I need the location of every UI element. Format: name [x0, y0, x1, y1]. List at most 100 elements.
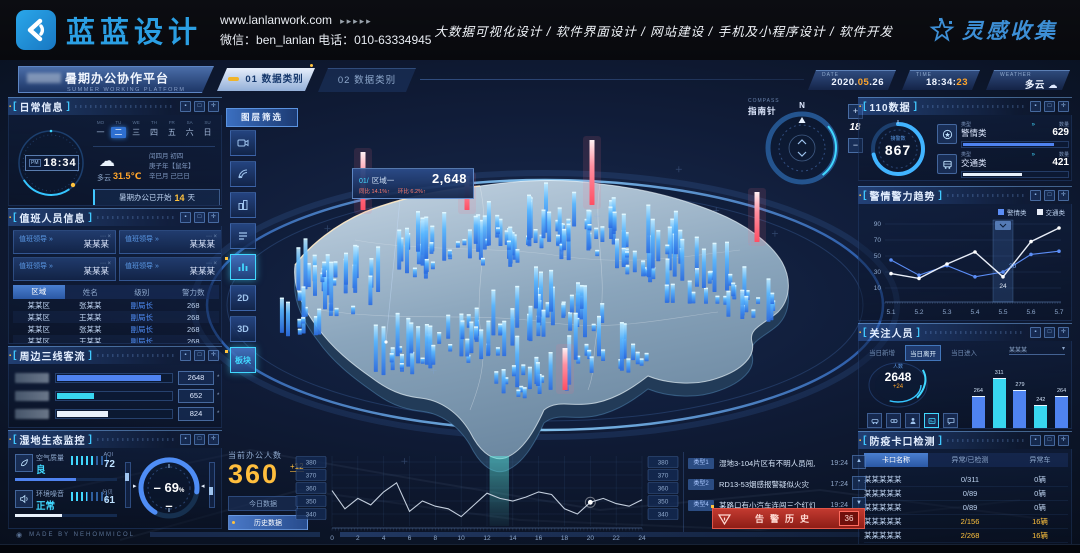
- column-name[interactable]: 姓名: [65, 287, 117, 298]
- id-card-icon[interactable]: [924, 413, 939, 428]
- expand-icon[interactable]: ✛: [208, 434, 219, 445]
- trend-line-chart: 90705030105.15.25.35.45.55.65.73024: [861, 212, 1069, 320]
- table-row: 某某区王某某副局长268: [13, 311, 219, 323]
- svg-text:380: 380: [306, 460, 317, 467]
- table-row: 某某区张某某副局长268: [13, 299, 219, 311]
- layer-2d-button[interactable]: 2D: [230, 285, 256, 311]
- checkpoint-row: 某某某某某0/890辆: [864, 487, 1068, 501]
- vehicle-icon[interactable]: [867, 413, 882, 428]
- column-abnormal-cars[interactable]: 异常车: [1012, 453, 1068, 467]
- expand-icon[interactable]: ✛: [1058, 435, 1069, 446]
- scroll-up-icon[interactable]: ▲: [852, 455, 866, 469]
- duty-table: 区域 姓名 级别 警力数 某某区张某某副局长268 某某区王某某副局长268 某…: [13, 285, 219, 344]
- lunar-calendar: 闰四月 初四庚子年【鼠年】辛巳月 己巳日: [149, 152, 195, 182]
- expand-icon[interactable]: ✛: [1058, 190, 1069, 201]
- tab-data-category-1[interactable]: 01 数据类别: [217, 68, 315, 91]
- scroll-dot-icon[interactable]: •: [852, 476, 866, 490]
- layer-area-button[interactable]: 板块: [230, 347, 256, 373]
- alert-history-button[interactable]: 告警历史 36: [712, 508, 865, 529]
- inspiration-collection[interactable]: 灵感收集: [929, 15, 1058, 45]
- svg-text:6: 6: [408, 535, 412, 542]
- speaker-icon: [15, 490, 33, 508]
- minimize-icon[interactable]: ▪: [180, 350, 191, 361]
- duty-leader-card[interactable]: 值班领导 »⋯ ×某某某: [13, 257, 116, 281]
- minimize-icon[interactable]: ▪: [180, 434, 191, 445]
- person-icon[interactable]: [905, 413, 920, 428]
- copy-icon[interactable]: □: [194, 350, 205, 361]
- gauge-slider-right[interactable]: [209, 462, 215, 508]
- dashboard: 暑期办公协作平台 SUMMER WORKING PLATFORM 01 数据类别…: [0, 60, 1080, 553]
- duty-leader-card[interactable]: 值班领导 »⋯ ×某某某: [13, 230, 116, 254]
- layer-filter-title: 图层筛选: [226, 108, 298, 127]
- layer-chart-button[interactable]: [230, 254, 256, 280]
- alert-item[interactable]: 类型2RD13-53烟感报警疑似火灾17:24: [688, 476, 848, 492]
- column-count[interactable]: 警力数: [168, 287, 220, 298]
- layer-list-button[interactable]: [230, 223, 256, 249]
- inspiration-star-icon: [929, 17, 955, 43]
- layer-3d-button[interactable]: 3D: [230, 316, 256, 342]
- handcuff-icon[interactable]: [886, 413, 901, 428]
- svg-text:70: 70: [874, 237, 882, 244]
- copy-icon[interactable]: □: [1044, 435, 1055, 446]
- gauge-label: 接警数: [871, 135, 925, 142]
- panel-focus-personnel: ▪[关注人员] ▪□✛ 当日新增 当日离开 当日进入 人数 2648 +24: [858, 323, 1072, 429]
- weather-cloud-icon: ☁: [99, 151, 115, 171]
- copy-icon[interactable]: □: [194, 434, 205, 445]
- collection-label: 灵感收集: [962, 15, 1058, 45]
- svg-text:5.5: 5.5: [998, 309, 1007, 316]
- active-weekday[interactable]: TU二: [111, 120, 126, 138]
- copy-icon[interactable]: □: [1044, 190, 1055, 201]
- expand-icon[interactable]: ✛: [208, 101, 219, 112]
- panel-checkpoint: ▪[防疫卡口检测] ▪□✛ 卡口名称 异常/已检测 异常车 某某某某某0/311…: [858, 431, 1072, 546]
- checkpoint-row: 某某某某某0/3110辆: [864, 473, 1068, 487]
- column-level[interactable]: 级别: [116, 287, 168, 298]
- minimize-icon[interactable]: ▪: [180, 101, 191, 112]
- duty-leader-card[interactable]: 值班领导 »⋯ ×某某某: [119, 230, 222, 254]
- duty-leader-card[interactable]: 值班领导 »⋯ ×某某某: [119, 257, 222, 281]
- copy-icon[interactable]: □: [194, 101, 205, 112]
- copy-icon[interactable]: □: [1044, 327, 1055, 338]
- map-tooltip: 01/区域一2,648 同比 14.1%↑环比 6.2%↑: [352, 168, 474, 199]
- minimize-icon[interactable]: ▪: [1030, 327, 1041, 338]
- logo-text: 蓝蓝设计: [66, 9, 202, 51]
- category-dropdown[interactable]: 某某某▾: [1009, 345, 1065, 355]
- chat-icon[interactable]: [943, 413, 958, 428]
- expand-icon[interactable]: ✛: [1058, 327, 1069, 338]
- minimize-icon[interactable]: ▪: [180, 212, 191, 223]
- alert-count-badge: 36: [839, 511, 859, 526]
- expand-icon[interactable]: ✛: [208, 350, 219, 361]
- layer-radar-button[interactable]: [230, 161, 256, 187]
- copy-icon[interactable]: □: [1044, 101, 1055, 112]
- gauge-slider-left[interactable]: [125, 462, 131, 508]
- panel-daily-info: ▪[日常信息] ▪□✛ PM 18:34 MO一 TU二 WE三: [8, 97, 222, 206]
- tab-data-category-2[interactable]: 02 数据类别: [318, 68, 416, 92]
- blurred-logo: [27, 73, 61, 83]
- svg-text:380: 380: [658, 460, 669, 467]
- svg-text:340: 340: [306, 512, 317, 519]
- column-checkpoint-name[interactable]: 卡口名称: [864, 453, 928, 467]
- expand-icon[interactable]: ✛: [208, 212, 219, 223]
- blurred-label: [15, 391, 49, 401]
- layer-building-button[interactable]: [230, 192, 256, 218]
- alert-item[interactable]: 类型1湿地3-104片区有不明人员闯入19:24: [688, 455, 848, 471]
- office-line-chart: 3803803703703603603503503403400246810121…: [292, 448, 682, 550]
- warning-triangle-icon: [718, 513, 731, 525]
- minimize-icon[interactable]: ▪: [1030, 190, 1041, 201]
- copy-icon[interactable]: □: [194, 212, 205, 223]
- website: www.lanlanwork.com: [220, 13, 332, 27]
- focus-bar-chart: 264在逃311涉毒279涉黑242涉恐264上访: [967, 357, 1069, 429]
- date-value: 2020.05.26: [822, 77, 884, 88]
- today-data-button[interactable]: 今日数据: [228, 496, 298, 511]
- layer-camera-button[interactable]: [230, 130, 256, 156]
- column-area[interactable]: 区域: [13, 285, 65, 299]
- minimize-icon[interactable]: ▪: [1030, 435, 1041, 446]
- column-detected[interactable]: 异常/已检测: [928, 453, 1012, 467]
- minimize-icon[interactable]: ▪: [1030, 101, 1041, 112]
- panel-duty-personnel: ▪[值班人员信息] ▪□✛ 值班领导 »⋯ ×某某某 值班领导 »⋯ ×某某某 …: [8, 208, 222, 344]
- checkpoint-header: 卡口名称 异常/已检测 异常车: [864, 453, 1068, 467]
- svg-text:5.1: 5.1: [886, 309, 895, 316]
- clock-display: PM 18:34: [25, 155, 79, 171]
- expand-icon[interactable]: ✛: [1058, 101, 1069, 112]
- svg-text:90: 90: [874, 221, 882, 228]
- svg-text:18: 18: [561, 535, 569, 542]
